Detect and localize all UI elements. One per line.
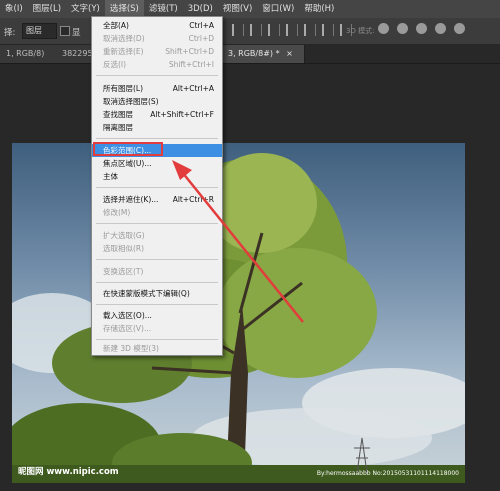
arrow-head — [172, 160, 192, 180]
arrow-shaft — [181, 171, 304, 323]
annotation-arrow — [172, 160, 304, 323]
